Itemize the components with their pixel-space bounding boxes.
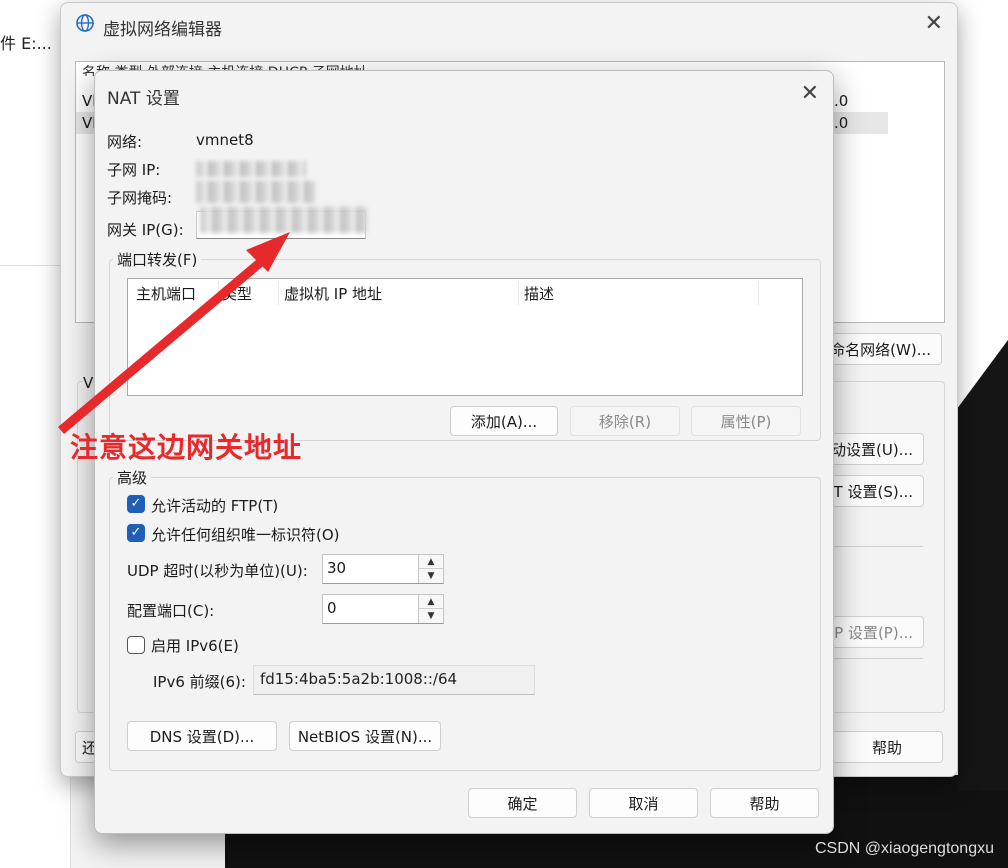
watermark-text: CSDN @xiaogengtongxu xyxy=(814,840,994,857)
annotation-text: 注意这边网关地址 xyxy=(70,431,303,464)
